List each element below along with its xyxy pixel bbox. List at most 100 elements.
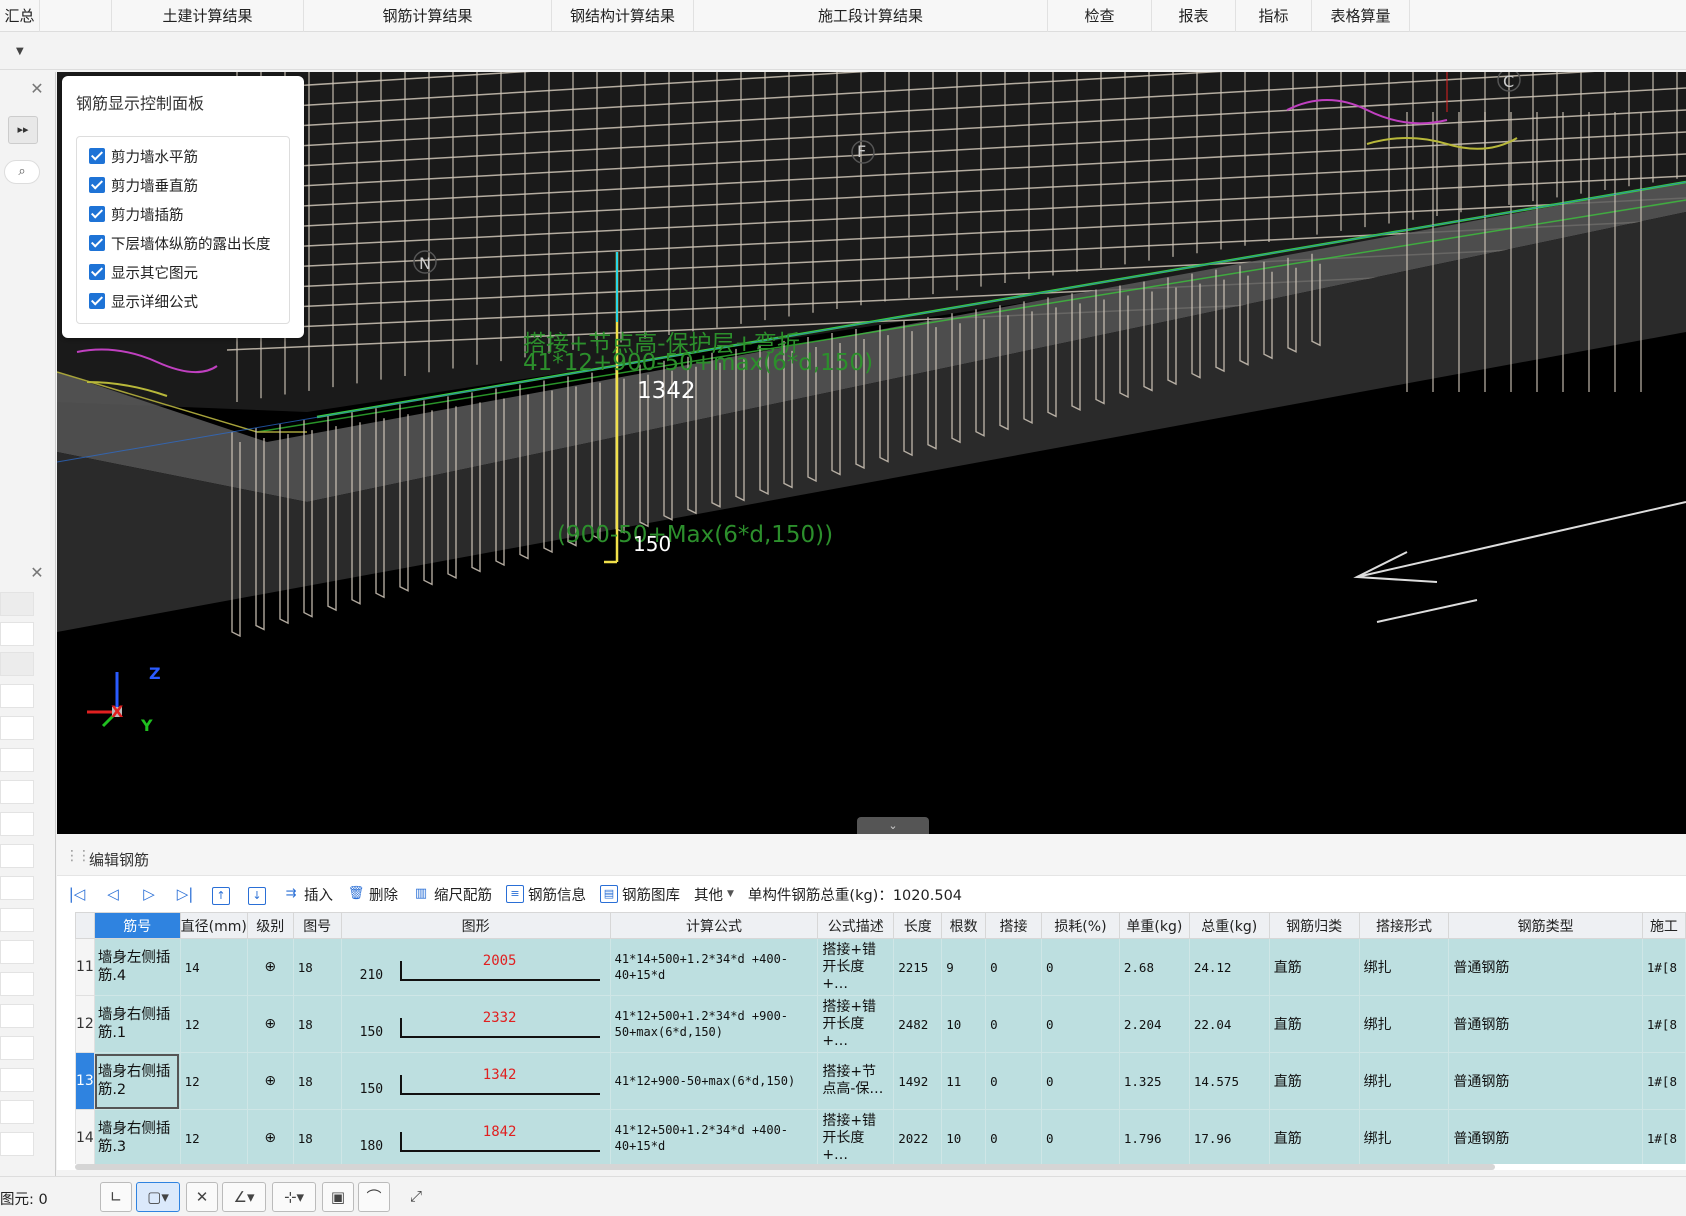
list-row[interactable] <box>0 684 34 708</box>
list-row[interactable] <box>0 908 34 932</box>
select-box-icon[interactable]: ▢▾ <box>136 1182 180 1212</box>
option-wall-vertical[interactable]: 剪力墙垂直筋 <box>89 174 198 196</box>
stage-cell[interactable]: 1#[8 <box>1641 1109 1686 1164</box>
formula-desc-cell[interactable]: 搭接+错开长度+… <box>817 938 895 996</box>
figure-no-cell[interactable]: 18 <box>292 1109 342 1164</box>
option-show-other-elements[interactable]: 显示其它图元 <box>89 261 198 283</box>
column-header[interactable]: 图形 <box>340 912 611 939</box>
column-header[interactable]: 计算公式 <box>609 912 819 939</box>
grade-cell[interactable]: ⊕ <box>246 1052 294 1110</box>
dropdown-arrow-icon[interactable]: ▼ <box>16 46 24 57</box>
row-number[interactable]: 14 <box>75 1109 95 1164</box>
formula-desc-cell[interactable]: 搭接+节点高-保… <box>817 1052 895 1110</box>
diameter-cell[interactable]: 12 <box>179 995 248 1053</box>
drag-handle-icon[interactable]: ⋮⋮ <box>65 848 91 864</box>
row-number[interactable]: 13 <box>75 1052 95 1110</box>
lap-form-cell[interactable]: 绑扎 <box>1358 1109 1450 1164</box>
figure-no-cell[interactable]: 18 <box>292 938 342 996</box>
list-row[interactable] <box>0 1100 34 1124</box>
list-row[interactable] <box>0 748 34 772</box>
lap-cell[interactable]: 0 <box>985 995 1042 1053</box>
lap-cell[interactable]: 0 <box>985 1109 1042 1164</box>
option-wall-horizontal[interactable]: 剪力墙水平筋 <box>89 145 198 167</box>
column-header[interactable]: 级别 <box>246 912 294 939</box>
list-row[interactable] <box>0 592 34 616</box>
length-cell[interactable]: 2022 <box>893 1109 943 1164</box>
column-header[interactable]: 损耗(%) <box>1040 912 1120 939</box>
option-show-detailed-formula[interactable]: 显示详细公式 <box>89 290 198 312</box>
row-number[interactable]: 11 <box>75 938 95 996</box>
column-header[interactable]: 筋号 <box>93 912 181 939</box>
move-down-icon[interactable]: ↓ <box>239 880 275 908</box>
menu-stage-results[interactable]: 施工段计算结果 <box>694 0 1048 32</box>
menu-table-quantity[interactable]: 表格算量 <box>1312 0 1410 32</box>
loss-cell[interactable]: 0 <box>1040 938 1120 996</box>
formula-cell[interactable]: 41*14+500+1.2*34*d +400-40+15*d <box>609 938 819 996</box>
last-record-icon[interactable]: ▷| <box>167 880 203 908</box>
column-header[interactable]: 总重(kg) <box>1188 912 1270 939</box>
list-row[interactable] <box>0 1004 34 1028</box>
checkbox-checked-icon[interactable] <box>89 264 105 280</box>
loss-cell[interactable]: 0 <box>1040 1109 1120 1164</box>
fullscreen-icon[interactable]: ⤢ <box>400 1182 432 1212</box>
column-header[interactable]: 钢筋归类 <box>1268 912 1360 939</box>
grade-cell[interactable]: ⊕ <box>246 1109 294 1164</box>
next-record-icon[interactable]: ▷ <box>131 880 167 908</box>
display-icon[interactable]: ▣ <box>322 1182 354 1212</box>
shape-cell[interactable]: 150 1342 <box>340 1052 611 1110</box>
formula-desc-cell[interactable]: 搭接+错开长度+… <box>817 1109 895 1164</box>
rebar-type-cell[interactable]: 普通钢筋 <box>1448 938 1643 996</box>
total-weight-cell[interactable]: 24.12 <box>1188 938 1270 996</box>
rebar-library-button[interactable]: ▤ 钢筋图库 <box>593 880 687 908</box>
checkbox-checked-icon[interactable] <box>89 148 105 164</box>
count-cell[interactable]: 10 <box>941 995 987 1053</box>
scale-rebar-button[interactable]: ▥ 缩尺配筋 <box>405 880 499 908</box>
shape-cell[interactable]: 210 2005 <box>340 938 611 996</box>
menu-steel-results[interactable]: 钢结构计算结果 <box>552 0 694 32</box>
list-row[interactable] <box>0 972 34 996</box>
menu-check[interactable]: 检查 <box>1048 0 1152 32</box>
list-row[interactable] <box>0 876 34 900</box>
checkbox-checked-icon[interactable] <box>89 177 105 193</box>
angle-icon[interactable]: ∠▾ <box>222 1182 266 1212</box>
list-row[interactable] <box>0 652 34 676</box>
column-header[interactable]: 搭接形式 <box>1358 912 1450 939</box>
column-header[interactable]: 直径(mm) <box>179 912 248 939</box>
menu-rebar-results[interactable]: 钢筋计算结果 <box>304 0 552 32</box>
grade-cell[interactable]: ⊕ <box>246 995 294 1053</box>
snap-icon[interactable]: ⊹▾ <box>272 1182 316 1212</box>
menu-report[interactable]: 报表 <box>1152 0 1236 32</box>
prev-record-icon[interactable]: ◁ <box>95 880 131 908</box>
formula-desc-cell[interactable]: 搭接+错开长度+… <box>817 995 895 1053</box>
horizontal-scrollbar[interactable] <box>75 1164 1495 1170</box>
length-cell[interactable]: 2215 <box>893 938 943 996</box>
count-cell[interactable]: 11 <box>941 1052 987 1110</box>
total-weight-cell[interactable]: 17.96 <box>1188 1109 1270 1164</box>
stage-cell[interactable]: 1#[8 <box>1641 938 1686 996</box>
lap-form-cell[interactable]: 绑扎 <box>1358 995 1450 1053</box>
shape-cell[interactable]: 150 2332 <box>340 995 611 1053</box>
lap-cell[interactable]: 0 <box>985 1052 1042 1110</box>
ortho-mode-icon[interactable]: ∟ <box>100 1182 132 1212</box>
lap-cell[interactable]: 0 <box>985 938 1042 996</box>
list-row[interactable] <box>0 1068 34 1092</box>
category-cell[interactable]: 直筋 <box>1268 1052 1360 1110</box>
length-cell[interactable]: 2482 <box>893 995 943 1053</box>
loss-cell[interactable]: 0 <box>1040 995 1120 1053</box>
collapse-panel-button[interactable]: ⌄ <box>857 817 929 834</box>
table-row[interactable]: 14 墙身右侧插筋.3 12 ⊕ 18 180 1842 41*12+500+1.2*34*d… <box>75 1109 1686 1164</box>
move-up-icon[interactable]: ↑ <box>203 880 239 908</box>
stage-cell[interactable]: 1#[8 <box>1641 1052 1686 1110</box>
count-cell[interactable]: 9 <box>941 938 987 996</box>
insert-button[interactable]: ⇉ 插入 <box>275 880 340 908</box>
diameter-cell[interactable]: 12 <box>179 1109 248 1164</box>
list-row[interactable] <box>0 812 34 836</box>
formula-cell[interactable]: 41*12+500+1.2*34*d +900-50+max(6*d,150) <box>609 995 819 1053</box>
expand-icon[interactable]: ▸▸ <box>8 116 38 144</box>
table-row[interactable]: 12 墙身右侧插筋.1 12 ⊕ 18 150 2332 41*12+500+1.2*34*d… <box>75 995 1686 1053</box>
column-header[interactable]: 根数 <box>941 912 987 939</box>
category-cell[interactable]: 直筋 <box>1268 938 1360 996</box>
list-row[interactable] <box>0 844 34 868</box>
list-row[interactable] <box>0 716 34 740</box>
rebar-info-button[interactable]: ≡ 钢筋信息 <box>499 880 593 908</box>
